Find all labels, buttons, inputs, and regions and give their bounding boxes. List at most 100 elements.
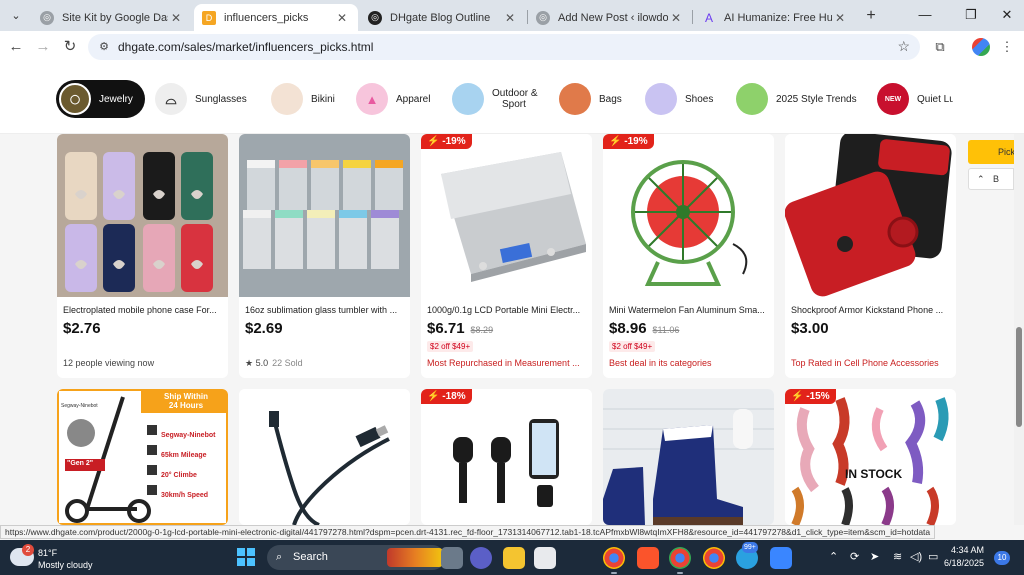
- url-text[interactable]: dhgate.com/sales/market/influencers_pick…: [118, 40, 373, 54]
- reload-icon[interactable]: ↻: [60, 37, 80, 57]
- product-title[interactable]: Mini Watermelon Fan Aluminum Sma...: [609, 305, 769, 315]
- wifi-icon[interactable]: ≋: [893, 550, 902, 563]
- weather-widget[interactable]: 2 81°F Mostly cloudy: [10, 544, 130, 572]
- notification-badge[interactable]: 10: [994, 551, 1010, 565]
- product-image[interactable]: [239, 389, 410, 525]
- extensions-icon[interactable]: ⧉: [931, 38, 949, 56]
- battery-icon[interactable]: ▭: [928, 550, 938, 563]
- file-explorer-icon[interactable]: [503, 547, 525, 569]
- close-icon[interactable]: ✕: [832, 11, 848, 25]
- windows-start-icon[interactable]: [237, 548, 255, 566]
- product-image[interactable]: [785, 134, 956, 297]
- product-card[interactable]: Electroplated mobile phone case For... $…: [57, 134, 228, 378]
- chrome-icon[interactable]: [603, 547, 625, 574]
- taskbar-search[interactable]: ⌕ Search: [267, 545, 445, 570]
- product-card[interactable]: [239, 389, 410, 525]
- product-card[interactable]: ⚡ -15% IN STOCK: [785, 389, 956, 525]
- search-placeholder: Search: [293, 551, 328, 563]
- category-quiet-lux[interactable]: NEW Quiet Lux: [877, 81, 953, 117]
- scrollbar-thumb[interactable]: [1016, 327, 1022, 427]
- product-image[interactable]: Ship Within 24 Hours Segway-Ninebot "Gen …: [57, 389, 228, 525]
- product-title[interactable]: 16oz sublimation glass tumbler with ...: [245, 305, 405, 315]
- category-outdoor-sport[interactable]: Outdoor & Sport: [452, 81, 538, 117]
- product-image[interactable]: [239, 134, 410, 297]
- app-icon[interactable]: [770, 547, 792, 569]
- chevron-up-icon[interactable]: ⌃: [829, 550, 838, 563]
- product-highlight[interactable]: Top Rated in Cell Phone Accessories: [791, 358, 956, 368]
- minimize-button[interactable]: —: [910, 5, 940, 25]
- product-image[interactable]: [421, 134, 592, 297]
- product-image[interactable]: [57, 134, 228, 297]
- product-title[interactable]: 1000g/0.1g LCD Portable Mini Electr...: [427, 305, 587, 315]
- sync-icon[interactable]: ⟳: [850, 550, 859, 563]
- back-to-top-button[interactable]: ⌃ B: [968, 168, 1014, 190]
- category-jewelry[interactable]: ◯ Jewelry: [56, 80, 145, 118]
- bookmark-star-icon[interactable]: ☆: [897, 38, 910, 55]
- close-icon[interactable]: ✕: [668, 11, 684, 25]
- product-card[interactable]: Shockproof Armor Kickstand Phone ... $3.…: [785, 134, 956, 378]
- tab-add-new-post[interactable]: ◎ Add New Post ‹ ilowdo — W ✕: [528, 4, 692, 31]
- task-view-icon[interactable]: [441, 547, 463, 569]
- ai-humanize-icon: A: [704, 10, 713, 25]
- category-sunglasses[interactable]: ⌓ Sunglasses: [155, 81, 247, 117]
- close-icon[interactable]: ✕: [334, 11, 350, 25]
- product-card[interactable]: Ship Within 24 Hours Segway-Ninebot "Gen …: [57, 389, 228, 525]
- restore-button[interactable]: ❐: [956, 5, 986, 25]
- tab-site-kit[interactable]: ◎ Site Kit by Google Dashboard ✕: [32, 4, 192, 31]
- category-bikini[interactable]: Bikini: [271, 81, 335, 117]
- tab-dhgate-blog[interactable]: ◎ DHgate Blog Outline ✕: [360, 4, 526, 31]
- tab-ai-humanize[interactable]: A AI Humanize: Free Humaniz ✕: [694, 4, 856, 31]
- send-icon[interactable]: ➤: [870, 550, 879, 563]
- product-card[interactable]: ⚡ -19% 1000g/0.1g LCD Portable Mini Elec…: [421, 134, 592, 378]
- spec-item: 65km Mileage: [161, 452, 207, 459]
- product-title[interactable]: Shockproof Armor Kickstand Phone ...: [791, 305, 951, 315]
- product-card[interactable]: 16oz sublimation glass tumbler with ... …: [239, 134, 410, 378]
- close-icon[interactable]: ✕: [168, 11, 184, 25]
- profile-avatar[interactable]: [972, 38, 990, 56]
- store-icon[interactable]: [534, 547, 556, 569]
- teams-chat-icon[interactable]: [470, 547, 492, 569]
- close-icon[interactable]: ✕: [502, 11, 518, 25]
- lightning-icon: ⚡: [609, 136, 622, 147]
- chrome-alt-icon[interactable]: [703, 547, 725, 569]
- discount-badge: ⚡ -19%: [421, 134, 472, 149]
- product-image[interactable]: IN STOCK: [785, 389, 956, 525]
- site-info-icon[interactable]: ⚙: [96, 39, 112, 55]
- close-window-button[interactable]: ✕: [992, 5, 1022, 25]
- category-bags[interactable]: Bags: [559, 81, 622, 117]
- category-2025-style-trends[interactable]: 2025 Style Trends: [736, 81, 857, 117]
- product-highlight[interactable]: Most Repurchased in Measurement ...: [427, 358, 592, 368]
- tab-search-icon[interactable]: ⌄: [6, 6, 26, 26]
- volume-icon[interactable]: ◁): [910, 550, 922, 563]
- clock[interactable]: 4:34 AM 6/18/2025: [944, 544, 984, 570]
- category-shoes[interactable]: Shoes: [645, 81, 713, 117]
- forward-arrow-icon[interactable]: →: [33, 37, 53, 57]
- old-price: $8.29: [470, 325, 494, 335]
- category-apparel[interactable]: ▲ Apparel: [356, 81, 430, 117]
- address-bar[interactable]: ⚙ dhgate.com/sales/market/influencers_pi…: [88, 34, 920, 60]
- product-card[interactable]: [603, 389, 774, 525]
- price-value: $3.00: [791, 320, 829, 337]
- weather-condition: Mostly cloudy: [38, 560, 93, 570]
- chrome-profile-icon[interactable]: [669, 547, 691, 574]
- back-arrow-icon[interactable]: ←: [6, 37, 26, 57]
- product-price: $8.96 $11.06: [609, 320, 679, 337]
- brave-icon[interactable]: [637, 547, 659, 569]
- old-price: $11.06: [652, 325, 680, 335]
- tab-influencers-picks[interactable]: D influencers_picks ✕: [194, 4, 358, 31]
- menu-kebab-icon[interactable]: ⋮: [998, 38, 1016, 56]
- product-title[interactable]: Electroplated mobile phone case For...: [63, 305, 223, 315]
- product-rating: ★ 5.0 22 Sold: [245, 358, 410, 369]
- sunglasses-icon: ⌓: [155, 83, 187, 115]
- product-card[interactable]: ⚡ -18%: [421, 389, 592, 525]
- product-image[interactable]: [603, 134, 774, 297]
- product-image[interactable]: [421, 389, 592, 525]
- jewelry-icon: ◯: [59, 83, 91, 115]
- new-tab-button[interactable]: +: [861, 6, 881, 26]
- product-highlight[interactable]: Best deal in its categories: [609, 358, 774, 368]
- pick-button[interactable]: Pick: [968, 140, 1014, 164]
- category-bar: ◯ Jewelry ⌓ Sunglasses Bikini ▲ Apparel …: [0, 63, 1024, 134]
- product-image[interactable]: [603, 389, 774, 525]
- product-card[interactable]: ⚡ -19% Mini Watermelon Fan Aluminum Sma.…: [603, 134, 774, 378]
- category-label: Jewelry: [99, 93, 133, 105]
